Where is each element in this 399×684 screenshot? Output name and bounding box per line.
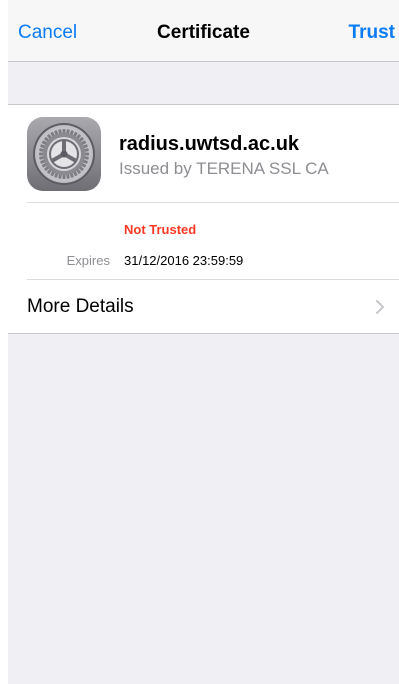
expires-label: Expires <box>66 253 110 268</box>
certificate-card: radius.uwtsd.ac.uk Issued by TERENA SSL … <box>8 104 399 334</box>
navigation-bar: Cancel Certificate Trust <box>8 0 399 62</box>
more-details-label: More Details <box>27 296 134 317</box>
certificate-issuer: Issued by TERENA SSL CA <box>119 159 329 178</box>
more-details-row[interactable]: More Details <box>8 279 399 334</box>
page-title: Certificate <box>157 22 250 43</box>
expires-value: 31/12/2016 23:59:59 <box>124 253 244 268</box>
certificate-name: radius.uwtsd.ac.uk <box>119 133 300 155</box>
certificate-screen: Cancel Certificate Trust radius.uwtsd.ac… <box>8 0 399 684</box>
trust-button[interactable]: Trust <box>349 22 395 44</box>
chevron-right-icon <box>376 300 384 314</box>
trust-status: Not Trusted <box>124 222 197 237</box>
divider <box>27 202 399 203</box>
settings-gear-icon <box>27 117 101 191</box>
